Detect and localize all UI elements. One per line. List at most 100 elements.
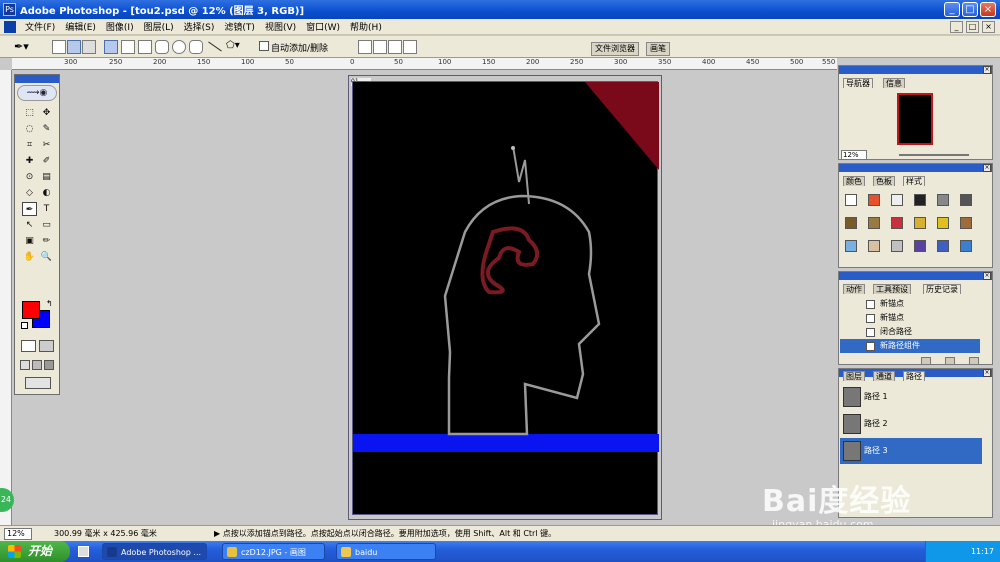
document-menu-icon[interactable] — [4, 20, 16, 33]
clone-stamp-tool-icon[interactable]: ⊙ — [22, 170, 37, 184]
tab-layers[interactable]: 图层 — [843, 371, 865, 381]
canvas[interactable] — [352, 81, 659, 515]
tab-styles[interactable]: 样式 — [903, 176, 925, 186]
path-row[interactable]: 路径 1 — [840, 384, 982, 410]
tab-actions[interactable]: 动作 — [843, 284, 865, 294]
history-item[interactable]: 新锚点 — [840, 297, 980, 311]
fill-pixels-icon[interactable] — [82, 40, 96, 54]
brushes-tab[interactable]: 画笔 — [646, 42, 670, 56]
new-snapshot-icon[interactable] — [945, 357, 955, 365]
photoshop-icon[interactable]: Ps — [3, 3, 16, 16]
new-document-from-state-icon[interactable] — [921, 357, 931, 365]
tab-paths[interactable]: 路径 — [903, 371, 925, 381]
doc-close-button[interactable]: × — [982, 21, 995, 33]
quick-mask-icon[interactable] — [39, 340, 54, 352]
doc-restore-button[interactable]: □ — [966, 21, 979, 33]
add-to-path-icon[interactable] — [358, 40, 372, 54]
style-swatch[interactable] — [868, 217, 880, 229]
tab-info[interactable]: 信息 — [883, 78, 905, 88]
freeform-pen-icon[interactable] — [121, 40, 135, 54]
brush-tool-icon[interactable]: ✐ — [39, 154, 54, 168]
auto-add-delete-checkbox[interactable] — [259, 41, 269, 51]
close-button[interactable]: × — [980, 2, 996, 17]
healing-brush-tool-icon[interactable]: ✚ — [22, 154, 37, 168]
tab-channels[interactable]: 通道 — [873, 371, 895, 381]
menu-filter[interactable]: 滤镜(T) — [219, 20, 260, 33]
navigator-panel-title-bar[interactable] — [839, 66, 992, 74]
paths-close-icon[interactable]: × — [983, 369, 991, 377]
menu-file[interactable]: 文件(F) — [20, 20, 60, 33]
marquee-tool-icon[interactable]: ⬚ — [22, 106, 37, 120]
path-row-selected[interactable]: 路径 3 — [840, 438, 982, 464]
default-colors-icon[interactable] — [21, 322, 28, 329]
start-button[interactable]: 开始 — [0, 541, 70, 562]
doc-minimize-button[interactable]: _ — [950, 21, 963, 33]
pen-tool-icon[interactable]: ✒ — [22, 202, 37, 216]
style-swatch[interactable] — [845, 240, 857, 252]
style-swatch[interactable] — [937, 217, 949, 229]
history-close-icon[interactable]: × — [983, 272, 991, 280]
clock[interactable]: 11:17 — [971, 547, 994, 556]
history-panel-title-bar[interactable] — [839, 272, 992, 280]
menu-window[interactable]: 窗口(W) — [301, 20, 345, 33]
style-swatch[interactable] — [960, 217, 972, 229]
file-browser-tab[interactable]: 文件浏览器 — [591, 42, 639, 56]
move-tool-icon[interactable]: ✥ — [39, 106, 54, 120]
taskbar-photoshop[interactable]: Adobe Photoshop ... — [102, 543, 207, 560]
history-trash-icon[interactable] — [969, 357, 979, 365]
foreground-color-swatch[interactable] — [22, 301, 40, 319]
style-swatch[interactable] — [891, 194, 903, 206]
slice-tool-icon[interactable]: ✂ — [39, 138, 54, 152]
rectangle-shape-icon[interactable] — [138, 40, 152, 54]
exclude-path-icon[interactable] — [403, 40, 417, 54]
menu-image[interactable]: 图像(I) — [101, 20, 139, 33]
style-swatch[interactable] — [960, 240, 972, 252]
navigator-zoom-slider[interactable] — [899, 154, 969, 156]
history-item[interactable]: 闭合路径 — [840, 325, 980, 339]
photoshop-feather-icon[interactable]: ⟿◉ — [17, 85, 57, 101]
taskbar-paint[interactable]: czD12.JPG - 画图 — [222, 543, 325, 560]
navigator-thumbnail[interactable] — [897, 93, 933, 145]
history-item-selected[interactable]: 新路径组件 — [840, 339, 980, 353]
style-swatch[interactable] — [868, 194, 880, 206]
styles-close-icon[interactable]: × — [983, 164, 991, 172]
path-selection-tool-icon[interactable]: ↖ — [22, 218, 37, 232]
screen-mode-menubar-icon[interactable] — [32, 360, 42, 370]
style-swatch[interactable] — [937, 240, 949, 252]
menu-layer[interactable]: 图层(L) — [139, 20, 179, 33]
history-item[interactable]: 新锚点 — [840, 311, 980, 325]
menu-edit[interactable]: 编辑(E) — [60, 20, 101, 33]
minimize-button[interactable]: _ — [944, 2, 960, 17]
taskbar-baidu-folder[interactable]: baidu — [336, 543, 436, 560]
history-brush-tool-icon[interactable]: ▤ — [39, 170, 54, 184]
magic-wand-tool-icon[interactable]: ✎ — [39, 122, 54, 136]
type-tool-icon[interactable]: T — [39, 202, 54, 216]
screen-mode-standard-icon[interactable] — [20, 360, 30, 370]
eraser-tool-icon[interactable]: ◇ — [22, 186, 37, 200]
standard-mode-icon[interactable] — [21, 340, 36, 352]
style-swatch[interactable] — [845, 194, 857, 206]
eyedropper-tool-icon[interactable]: ✏ — [39, 234, 54, 248]
crop-tool-icon[interactable]: ⌗ — [22, 138, 37, 152]
zoom-field[interactable]: 12% — [4, 527, 32, 540]
line-icon[interactable] — [208, 41, 222, 52]
style-swatch[interactable] — [891, 240, 903, 252]
styles-panel-title-bar[interactable] — [839, 164, 992, 172]
lasso-tool-icon[interactable]: ◌ — [22, 122, 37, 136]
rounded-rectangle-icon[interactable] — [155, 40, 169, 54]
tab-history[interactable]: 历史记录 — [923, 284, 961, 294]
style-swatch[interactable] — [868, 240, 880, 252]
screen-mode-full-icon[interactable] — [44, 360, 54, 370]
rectangle-tool-icon[interactable]: ▭ — [39, 218, 54, 232]
toolbox-title-bar[interactable] — [15, 75, 59, 83]
tab-color[interactable]: 颜色 — [843, 176, 865, 186]
ellipse-icon[interactable] — [172, 40, 186, 54]
maximize-button[interactable]: □ — [962, 2, 978, 17]
navigator-close-icon[interactable]: × — [983, 66, 991, 74]
paths-mode-icon[interactable] — [67, 40, 81, 54]
style-swatch[interactable] — [845, 217, 857, 229]
gradient-tool-icon[interactable]: ◐ — [39, 186, 54, 200]
style-swatch[interactable] — [914, 194, 926, 206]
style-swatch[interactable] — [914, 217, 926, 229]
style-swatch[interactable] — [891, 217, 903, 229]
